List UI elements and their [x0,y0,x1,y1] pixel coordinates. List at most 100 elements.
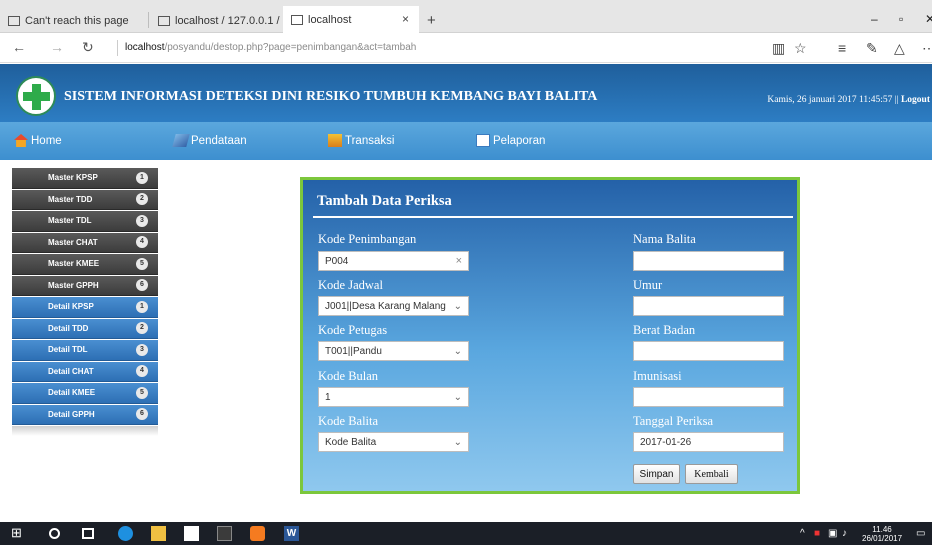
back-arrow-icon[interactable]: ← [12,39,26,55]
kode-balita-select[interactable]: Kode Balita ⌄ [318,432,469,452]
kode-bulan-select[interactable]: 1 ⌄ [318,387,469,407]
chevron-down-icon: ⌄ [453,391,462,403]
logout-link[interactable]: Logout [901,95,930,105]
field-label: Kode Jadwal [318,278,383,292]
berat-badan-input[interactable] [633,341,784,361]
field-label: Kode Penimbangan [318,232,417,246]
windows-taskbar: ⊞ W ^ ■ ▣ ♪ ▭ [0,522,932,545]
tab-separator [148,12,149,28]
field-value: 1 [325,391,331,403]
hub-icon[interactable]: ≡ [838,40,846,56]
sidebar-item-label: Detail TDL [48,345,88,355]
count-badge: 6 [136,279,148,292]
sidebar-item-detail-chat[interactable]: Detail CHAT 4 [12,361,158,382]
notification-icon[interactable]: ▭ [916,528,925,539]
sidebar-item-detail-gpph[interactable]: Detail GPPH 6 [12,404,158,425]
close-icon[interactable]: × [402,12,409,26]
field-label: Nama Balita [633,232,696,246]
main-menu: Home Pendataan Transaksi Pelaporan [0,122,932,160]
kode-penimbangan-input[interactable]: P004 × [318,251,469,271]
sidebar-item-label: Master TDD [48,194,93,204]
terminal-icon[interactable] [217,526,232,541]
minimize-button[interactable]: – [871,12,878,26]
field-label: Kode Bulan [318,369,379,383]
store-icon[interactable] [184,526,199,541]
close-window-button[interactable]: ✕ [925,12,932,26]
new-tab-button[interactable]: + [427,12,436,29]
health-cross-logo [16,76,56,116]
xampp-icon[interactable] [250,526,265,541]
sidebar-item-label: Detail GPPH [48,409,95,419]
menu-item-transaksi[interactable]: Transaksi [328,134,394,147]
sidebar-item-label: Detail KMEE [48,388,96,398]
reading-view-icon[interactable]: ▥ [772,40,785,57]
count-badge: 4 [136,365,148,378]
menu-item-home[interactable]: Home [14,134,62,147]
clear-icon[interactable]: × [456,255,462,267]
chevron-down-icon: ⌄ [453,300,462,312]
maximize-button[interactable]: ▫ [899,12,903,26]
sidebar-item-master-tdd[interactable]: Master TDD 2 [12,189,158,210]
sidebar-item-master-kpsp[interactable]: Master KPSP 1 [12,168,158,189]
umur-input[interactable] [633,296,784,316]
sidebar-item-detail-kpsp[interactable]: Detail KPSP 1 [12,297,158,318]
favorite-star-icon[interactable]: ☆ [794,40,807,57]
taskbar-clock[interactable]: 11.46 26/01/2017 [862,525,902,543]
page-icon [158,15,170,26]
menu-item-pelaporan[interactable]: Pelaporan [476,134,545,147]
refresh-icon[interactable]: ↻ [82,39,94,56]
count-badge: 3 [136,343,148,356]
more-icon[interactable]: ⋯ [922,40,932,57]
web-note-icon[interactable]: ✎ [866,40,878,57]
tray-chevron-up-icon[interactable]: ^ [800,528,805,539]
share-icon[interactable]: △ [894,40,905,57]
menu-label: Pelaporan [493,134,546,147]
menu-item-pendataan[interactable]: Pendataan [172,134,247,147]
tab-title: Can't reach this page [25,14,129,27]
browser-tab[interactable]: Can't reach this page [0,8,143,33]
url-field[interactable]: localhost/posyandu/destop.php?page=penim… [125,42,416,53]
menu-label: Transaksi [345,134,395,147]
sidebar-item-master-kmee[interactable]: Master KMEE 5 [12,254,158,275]
count-badge: 3 [136,214,148,227]
windows-start-icon[interactable]: ⊞ [11,525,26,540]
report-icon [476,134,490,147]
antivirus-icon[interactable]: ■ [814,528,820,539]
menu-label: Home [31,134,62,147]
tanggal-periksa-input[interactable]: 2017-01-26 [633,432,784,452]
sidebar-shadow [12,426,158,436]
volume-icon[interactable]: ♪ [842,528,847,539]
word-icon[interactable]: W [284,526,299,541]
sidebar-item-detail-kmee[interactable]: Detail KMEE 5 [12,383,158,404]
count-badge: 6 [136,408,148,421]
pencil-icon [172,134,190,147]
browser-tab-active[interactable]: localhost × [283,6,419,34]
field-value: P004 [325,255,349,267]
screen: Can't reach this page localhost / 127.0.… [0,0,932,545]
forward-arrow-icon[interactable]: → [50,39,64,55]
search-icon[interactable] [49,528,60,539]
network-icon[interactable]: ▣ [828,528,837,539]
task-view-icon[interactable] [82,528,94,539]
sidebar-item-detail-tdd[interactable]: Detail TDD 2 [12,318,158,339]
sidebar-item-detail-tdl[interactable]: Detail TDL 3 [12,340,158,361]
imunisasi-input[interactable] [633,387,784,407]
kode-jadwal-select[interactable]: J001||Desa Karang Malang ⌄ [318,296,469,316]
sidebar-item-label: Master KPSP [48,173,98,183]
field-label: Umur [633,278,663,292]
sidebar-item-master-gpph[interactable]: Master GPPH 6 [12,275,158,296]
sidebar-item-master-chat[interactable]: Master CHAT 4 [12,232,158,253]
kode-petugas-select[interactable]: T001||Pandu ⌄ [318,341,469,361]
url-host: localhost [125,42,165,53]
save-button[interactable]: Simpan [633,464,680,484]
back-button[interactable]: Kembali [685,464,738,484]
browser-tab[interactable]: localhost / 127.0.0.1 / posya [150,8,283,33]
clock-date: 26/01/2017 [862,534,903,543]
tab-title: localhost [308,14,352,26]
count-badge: 5 [136,386,148,399]
field-label: Kode Petugas [318,323,388,337]
file-explorer-icon[interactable] [151,526,166,541]
sidebar-item-master-tdl[interactable]: Master TDL 3 [12,211,158,232]
nama-balita-input[interactable] [633,251,784,271]
edge-browser-icon[interactable] [118,526,133,541]
